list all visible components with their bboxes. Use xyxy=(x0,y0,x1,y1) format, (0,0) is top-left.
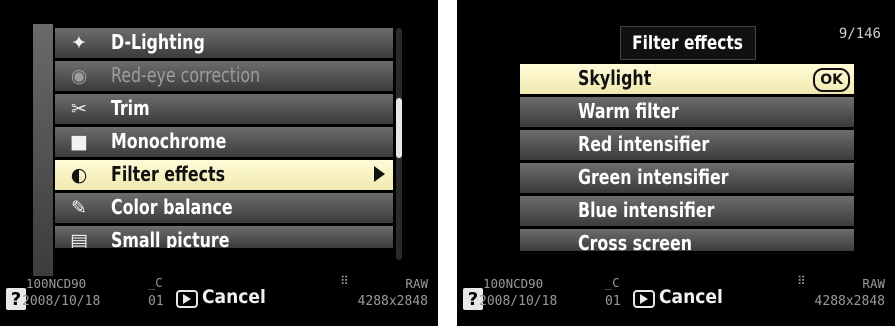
menu-item-label: Red-eye correction xyxy=(111,63,261,87)
menu-item-filter-effects[interactable]: ◐ Filter effects xyxy=(55,160,393,190)
playback-button-icon xyxy=(633,290,655,308)
color-space-mark: _C xyxy=(605,276,620,290)
option-cross-screen[interactable]: Cross screen xyxy=(520,229,854,251)
scissors-icon: ✂ xyxy=(71,98,87,120)
option-blue-intensifier[interactable]: Blue intensifier xyxy=(520,196,854,226)
image-resolution: 4288x2848 xyxy=(357,294,428,309)
option-skylight[interactable]: Skylight OK xyxy=(520,64,854,94)
option-warm-filter[interactable]: Warm filter xyxy=(520,97,854,127)
retouch-menu-screen: ✦ D-Lighting ◉ Red-eye correction ✂ Trim… xyxy=(0,0,438,326)
menu-item-label: Trim xyxy=(111,96,150,120)
option-label: Blue intensifier xyxy=(578,198,715,222)
eye-icon: ◉ xyxy=(70,65,88,87)
capture-date: 2008/10/18 xyxy=(22,294,101,309)
color-space-mark: _C xyxy=(148,276,163,290)
filter-effects-screen: Filter effects 9/146 Skylight OK Warm fi… xyxy=(457,0,895,326)
option-label: Warm filter xyxy=(578,99,679,123)
cancel-button[interactable]: Cancel xyxy=(659,286,723,308)
capture-date: 2008/10/18 xyxy=(479,294,558,309)
page-title: Filter effects xyxy=(620,26,756,60)
cancel-button[interactable]: Cancel xyxy=(202,286,266,308)
option-label: Cross screen xyxy=(578,231,693,251)
menu-item-label: Small picture xyxy=(111,228,230,248)
color-balance-icon: ✎ xyxy=(71,197,87,219)
image-quality: RAW xyxy=(405,276,428,291)
image-quality: RAW xyxy=(862,276,885,291)
d-lighting-icon: ✦ xyxy=(71,32,87,54)
chevron-right-icon xyxy=(374,166,385,182)
menu-item-d-lighting[interactable]: ✦ D-Lighting xyxy=(55,28,393,58)
menu-item-small-picture[interactable]: ▤ Small picture xyxy=(55,226,393,248)
filter-icon: ◐ xyxy=(70,164,88,186)
folder-name: 100NCD90 xyxy=(26,276,87,291)
option-label: Skylight xyxy=(578,66,652,90)
option-red-intensifier[interactable]: Red intensifier xyxy=(520,130,854,160)
playback-button-icon xyxy=(176,290,198,308)
menu-scrollbar[interactable] xyxy=(396,28,402,260)
menu-item-trim[interactable]: ✂ Trim xyxy=(55,94,393,124)
grid-icon: ⠿ xyxy=(797,274,806,288)
menu-item-label: D-Lighting xyxy=(111,30,205,54)
retouch-menu-list: ✦ D-Lighting ◉ Red-eye correction ✂ Trim… xyxy=(55,28,393,251)
menu-item-color-balance[interactable]: ✎ Color balance xyxy=(55,193,393,223)
option-label: Red intensifier xyxy=(578,132,710,156)
ok-button[interactable]: OK xyxy=(813,68,850,92)
menu-item-label: Monochrome xyxy=(111,129,227,153)
status-bar: ? 100NCD90 2008/10/18 _C 01 Cancel ⠿ RAW… xyxy=(457,274,895,326)
image-resolution: 4288x2848 xyxy=(814,294,885,309)
menu-item-red-eye-correction[interactable]: ◉ Red-eye correction xyxy=(55,61,393,91)
menu-sidebar xyxy=(33,24,53,276)
option-label: Green intensifier xyxy=(578,165,729,189)
menu-item-label: Color balance xyxy=(111,195,233,219)
frame-number: 01 xyxy=(605,294,621,309)
frame-number: 01 xyxy=(148,294,164,309)
scrollbar-thumb[interactable] xyxy=(396,98,402,158)
monochrome-icon: ■ xyxy=(70,131,88,153)
folder-name: 100NCD90 xyxy=(483,276,544,291)
page-title-text: Filter effects xyxy=(632,32,744,54)
grid-icon: ⠿ xyxy=(340,274,349,288)
status-bar: ? 100NCD90 2008/10/18 _C 01 Cancel ⠿ RAW… xyxy=(0,274,438,326)
menu-item-label: Filter effects xyxy=(111,162,226,186)
menu-item-monochrome[interactable]: ■ Monochrome xyxy=(55,127,393,157)
image-counter: 9/146 xyxy=(838,26,881,42)
option-green-intensifier[interactable]: Green intensifier xyxy=(520,163,854,193)
small-picture-icon: ▤ xyxy=(70,230,88,248)
filter-options-list: Skylight OK Warm filter Red intensifier … xyxy=(520,64,854,254)
